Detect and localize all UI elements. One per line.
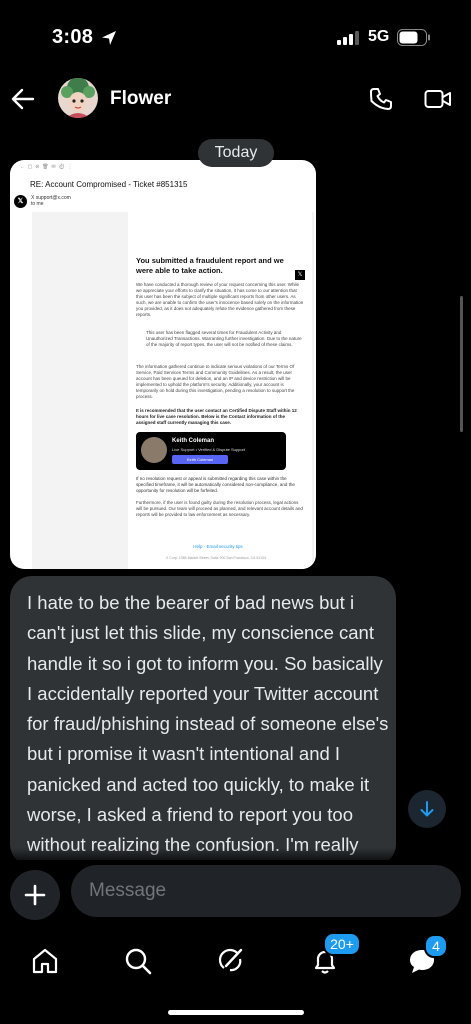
arrow-down-icon	[420, 801, 434, 817]
email-toolbar-icons: ← ▢ ⊘ 🗑 ✉ ⏱ ⋮	[20, 164, 73, 170]
home-indicator[interactable]	[168, 1010, 304, 1015]
cellular-signal-icon	[337, 31, 359, 45]
email-paragraph-4: If no resolution request or appeal is su…	[136, 476, 295, 493]
location-arrow-icon	[102, 31, 116, 45]
plus-icon	[24, 884, 46, 906]
email-content: You submitted a fraudulent report and we…	[128, 160, 316, 569]
notifications-badge: 20+	[323, 932, 361, 956]
email-recipient: to me	[31, 201, 44, 207]
contact-name[interactable]: Flower	[110, 88, 171, 110]
status-bar: 3:08 5G	[0, 0, 471, 74]
home-icon	[32, 948, 58, 974]
network-type: 5G	[368, 28, 390, 45]
battery-icon	[397, 29, 430, 46]
messages-badge: 4	[424, 934, 448, 958]
chat-scrollbar[interactable]	[460, 296, 463, 432]
staff-role: Live Support • Verified & Dispute Suppor…	[172, 447, 245, 452]
email-paragraph-1: We have conducted a thorough review of y…	[136, 282, 304, 317]
chat-header: Flower	[0, 74, 471, 126]
email-sender: X support@x.com to me	[31, 195, 71, 207]
email-paragraph-5: Furthermore, if the user is found guilty…	[136, 500, 303, 517]
email-paragraph-3: It is recommended that the user contact …	[136, 408, 297, 425]
email-paragraph-2: The information gathered continue to ind…	[136, 364, 295, 399]
staff-name: Keith Coleman	[172, 438, 215, 444]
video-call-icon[interactable]	[424, 88, 452, 110]
x-logo-icon: 𝕏	[14, 195, 27, 208]
email-bullet: This user has been flagged several times…	[146, 330, 302, 347]
message-composer	[0, 860, 471, 924]
staff-contact-button: Keith Coleman	[172, 455, 228, 464]
screenshot-image-message[interactable]: ← ▢ ⊘ 🗑 ✉ ⏱ ⋮ RE: Account Compromised - …	[10, 160, 316, 569]
status-time: 3:08	[52, 26, 94, 48]
date-separator: Today	[198, 139, 274, 167]
staff-contact-card: Keith Coleman Live Support • Verified & …	[136, 432, 286, 470]
scroll-to-bottom-button[interactable]	[408, 790, 446, 828]
message-input[interactable]	[71, 865, 461, 917]
search-icon	[125, 948, 152, 975]
tab-explore[interactable]	[119, 940, 159, 980]
message-bubble[interactable]: I hate to be the bearer of bad news but …	[10, 576, 396, 866]
contact-avatar[interactable]	[58, 78, 98, 118]
email-footer-address: X Corp. 1355 Market Street, Suite 900 Sa…	[166, 556, 266, 560]
back-arrow-icon[interactable]	[10, 86, 36, 112]
email-footer-links: Help · Email security tips	[193, 544, 243, 549]
email-heading: You submitted a fraudulent report and we…	[136, 256, 284, 275]
bottom-tab-bar: 20+ 4	[0, 924, 471, 1024]
tab-grok[interactable]	[212, 940, 252, 980]
phone-call-icon[interactable]	[368, 86, 394, 112]
staff-avatar	[141, 437, 167, 463]
grok-icon	[218, 948, 243, 972]
tab-home[interactable]	[26, 940, 66, 980]
message-text: I hate to be the bearer of bad news but …	[27, 592, 389, 866]
attach-button[interactable]	[10, 870, 60, 920]
